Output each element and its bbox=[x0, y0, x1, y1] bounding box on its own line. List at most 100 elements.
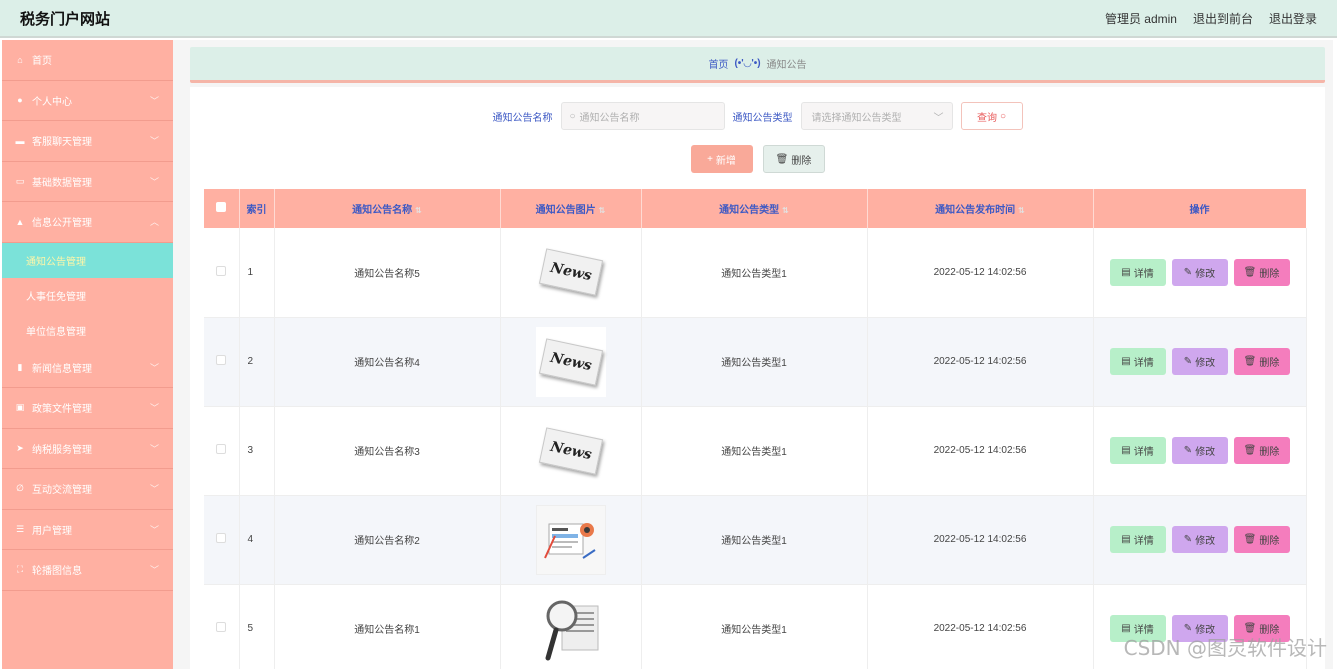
chevron-down-icon: ﹀ bbox=[149, 362, 159, 373]
sliders-icon: ☰ bbox=[15, 523, 25, 534]
edit-button[interactable]: ✎ 修改 bbox=[1171, 258, 1228, 286]
bar-chart-icon: ▮ bbox=[17, 361, 23, 372]
delete-button[interactable]: 🗑 删除 bbox=[1233, 258, 1290, 286]
row-actions: ▤ 详情 ✎ 修改 🗑 删除 bbox=[1093, 228, 1307, 318]
user-icon: ● bbox=[17, 95, 23, 106]
news-magnifier-image bbox=[536, 594, 606, 664]
sidebar-item-customer-chat[interactable]: ▬ 客服聊天管理 ﹀ bbox=[2, 121, 173, 162]
breadcrumb-home[interactable]: 首页 bbox=[708, 56, 728, 71]
app-title: 税务门户网站 bbox=[20, 10, 111, 28]
sort-icon[interactable]: ⇅ bbox=[599, 206, 606, 215]
sort-icon[interactable]: ⇅ bbox=[415, 206, 422, 215]
column-header-image[interactable]: 通知公告图片 ⇅ bbox=[500, 189, 642, 228]
sidebar-item-label: 政策文件管理 bbox=[32, 404, 92, 416]
query-button[interactable]: 查询 ○ bbox=[960, 102, 1023, 130]
delete-button[interactable]: 🗑 删除 bbox=[1233, 437, 1290, 464]
sort-icon[interactable]: ⇅ bbox=[1018, 206, 1025, 215]
sidebar-subitem-personnel[interactable]: 人事任免管理 bbox=[2, 278, 173, 313]
add-button[interactable]: + 新增 bbox=[690, 145, 753, 173]
row-image bbox=[500, 584, 642, 669]
sidebar-subitem-notice[interactable]: 通知公告管理 bbox=[2, 242, 173, 278]
sidebar-item-policy[interactable]: ▣ 政策文件管理 ﹀ bbox=[2, 388, 173, 429]
sidebar-item-info-public[interactable]: ▲ 信息公开管理 ︿ bbox=[2, 202, 173, 243]
search-bar: 通知公告名称 ○ 通知公告名称 通知公告类型 请选择通知公告类型 ﹀ 查询 ○ bbox=[190, 102, 1325, 130]
row-actions: ▤ 详情 ✎ 修改 🗑 删除 bbox=[1093, 406, 1307, 496]
row-image: News bbox=[500, 228, 642, 318]
row-index: 4 bbox=[239, 495, 275, 585]
row-checkbox[interactable] bbox=[204, 495, 240, 585]
table-row: 3 通知公告名称3 News 通知公告类型1 2022-05-12 14:02:… bbox=[204, 406, 1307, 496]
batch-delete-button[interactable]: 🗑 删除 bbox=[762, 145, 825, 173]
edit-button[interactable]: ✎ 修改 bbox=[1171, 348, 1228, 375]
row-checkbox[interactable] bbox=[204, 317, 240, 407]
breadcrumb: 首页 (•'◡'•) 通知公告 bbox=[190, 47, 1325, 83]
logout-link[interactable]: 退出登录 bbox=[1269, 10, 1317, 27]
search-icon: ○ bbox=[999, 110, 1007, 122]
type-select[interactable]: 请选择通知公告类型 ﹀ bbox=[800, 102, 953, 130]
trash-icon: 🗑 bbox=[1243, 266, 1257, 278]
sort-icon[interactable]: ⇅ bbox=[782, 206, 789, 215]
row-image: News bbox=[500, 406, 642, 496]
sidebar-item-tax-service[interactable]: ➤ 纳税服务管理 ﹀ bbox=[2, 429, 173, 469]
row-actions: ▤ 详情 ✎ 修改 🗑 删除 bbox=[1093, 317, 1307, 407]
delete-button[interactable]: 🗑 删除 bbox=[1233, 526, 1290, 553]
detail-button[interactable]: ▤ 详情 bbox=[1109, 526, 1166, 553]
sidebar-item-label: 信息公开管理 bbox=[32, 218, 92, 230]
home-icon: ⌂ bbox=[17, 54, 23, 65]
sidebar-item-personal-center[interactable]: ● 个人中心 ﹀ bbox=[2, 81, 173, 121]
trash-icon: 🗑 bbox=[1243, 356, 1257, 367]
select-all-checkbox[interactable] bbox=[204, 189, 240, 228]
sidebar-subitem-unit-info[interactable]: 单位信息管理 bbox=[2, 313, 173, 348]
top-links: 管理员 admin 退出到前台 退出登录 bbox=[1105, 10, 1317, 27]
name-search-input[interactable]: ○ 通知公告名称 bbox=[560, 102, 725, 130]
query-button-label: 查询 bbox=[976, 112, 997, 124]
chevron-down-icon: ﹀ bbox=[149, 95, 159, 106]
row-image: News bbox=[500, 317, 642, 407]
exit-to-frontend-link[interactable]: 退出到前台 bbox=[1193, 10, 1253, 27]
pencil-icon: ✎ bbox=[1183, 356, 1193, 367]
row-name: 通知公告名称4 bbox=[274, 317, 501, 407]
row-type: 通知公告类型1 bbox=[641, 317, 868, 407]
row-checkbox[interactable] bbox=[204, 406, 240, 496]
row-time: 2022-05-12 14:02:56 bbox=[867, 495, 1094, 585]
watermark: CSDN @图灵软件设计 bbox=[1123, 636, 1327, 660]
column-header-name[interactable]: 通知公告名称 ⇅ bbox=[274, 189, 501, 228]
type-search-label: 通知公告类型 bbox=[732, 112, 793, 124]
document-icon: ▤ bbox=[1121, 534, 1131, 545]
detail-button[interactable]: ▤ 详情 bbox=[1109, 348, 1166, 375]
detail-button[interactable]: ▤ 详情 bbox=[1109, 258, 1166, 286]
sidebar-item-interaction[interactable]: ∅ 互动交流管理 ﹀ bbox=[2, 469, 173, 510]
delete-button[interactable]: 🗑 删除 bbox=[1233, 348, 1290, 375]
search-icon: ○ bbox=[569, 110, 576, 122]
column-header-type[interactable]: 通知公告类型 ⇅ bbox=[641, 189, 868, 228]
row-checkbox[interactable] bbox=[204, 228, 240, 318]
name-search-label: 通知公告名称 bbox=[492, 112, 553, 124]
sidebar-item-users[interactable]: ☰ 用户管理 ﹀ bbox=[2, 510, 173, 550]
breadcrumb-current: 通知公告 bbox=[766, 60, 807, 71]
sidebar-item-news[interactable]: ▮ 新闻信息管理 ﹀ bbox=[2, 348, 173, 388]
news-image: News bbox=[538, 337, 603, 386]
column-header-index: 索引 bbox=[239, 189, 275, 228]
row-name: 通知公告名称1 bbox=[274, 584, 501, 669]
sidebar-item-label: 个人中心 bbox=[32, 96, 72, 108]
chat-icon: ▭ bbox=[15, 175, 25, 186]
table-row: 2 通知公告名称4 News 通知公告类型1 2022-05-12 14:02:… bbox=[204, 317, 1307, 407]
sidebar-item-home[interactable]: ⌂ 首页 bbox=[2, 40, 173, 81]
top-bar: 税务门户网站 管理员 admin 退出到前台 退出登录 bbox=[0, 0, 1337, 38]
notice-table: 索引 通知公告名称 ⇅ 通知公告图片 ⇅ 通知公告类型 ⇅ 通知公告发布时间 ⇅ 操作 … bbox=[204, 189, 1307, 669]
edit-button[interactable]: ✎ 修改 bbox=[1171, 526, 1228, 553]
sidebar-item-label: 首页 bbox=[32, 56, 52, 68]
breadcrumb-separator: (•'◡'•) bbox=[734, 58, 761, 69]
edit-button[interactable]: ✎ 修改 bbox=[1171, 437, 1228, 464]
trash-icon: 🗑 bbox=[1243, 534, 1257, 545]
detail-button[interactable]: ▤ 详情 bbox=[1109, 437, 1166, 464]
row-type: 通知公告类型1 bbox=[641, 495, 868, 585]
table-header-row: 索引 通知公告名称 ⇅ 通知公告图片 ⇅ 通知公告类型 ⇅ 通知公告发布时间 ⇅ 操作 bbox=[204, 189, 1307, 228]
sidebar-item-basic-data[interactable]: ▭ 基础数据管理 ﹀ bbox=[2, 162, 173, 202]
sidebar-item-label: 纳税服务管理 bbox=[32, 444, 92, 456]
row-checkbox[interactable] bbox=[204, 584, 240, 669]
admin-user-link[interactable]: 管理员 admin bbox=[1105, 10, 1177, 27]
trash-icon: 🗑 bbox=[775, 153, 789, 165]
column-header-time[interactable]: 通知公告发布时间 ⇅ bbox=[867, 189, 1094, 228]
sidebar-item-carousel[interactable]: ⛶ 轮播图信息 ﹀ bbox=[2, 550, 173, 591]
